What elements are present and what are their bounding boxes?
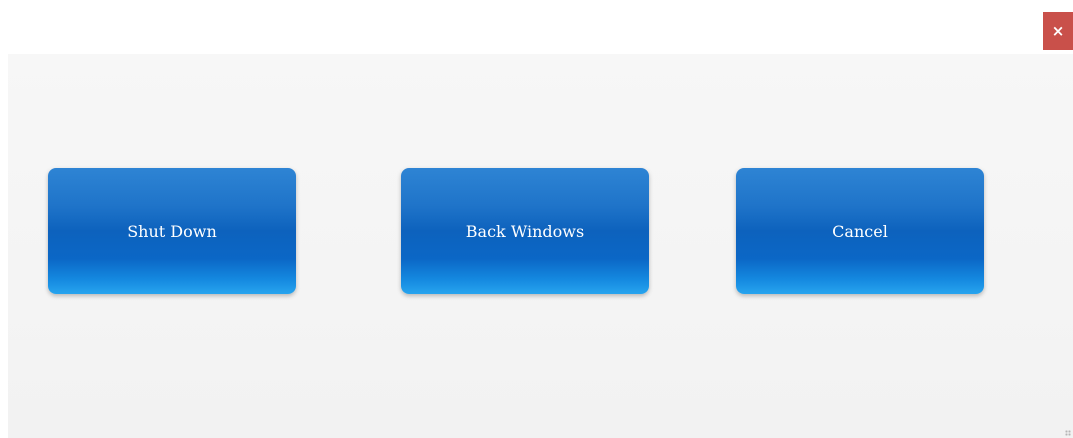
dialog-window: × Shut Down Back Windows Cancel [0,0,1073,438]
shut-down-button[interactable]: Shut Down [48,168,296,294]
button-panel: Shut Down Back Windows Cancel [8,54,1073,438]
resize-grip-icon[interactable] [1065,430,1071,436]
back-windows-button[interactable]: Back Windows [401,168,649,294]
cancel-button[interactable]: Cancel [736,168,984,294]
close-icon[interactable]: × [1043,12,1073,50]
title-bar: × [0,0,1073,54]
